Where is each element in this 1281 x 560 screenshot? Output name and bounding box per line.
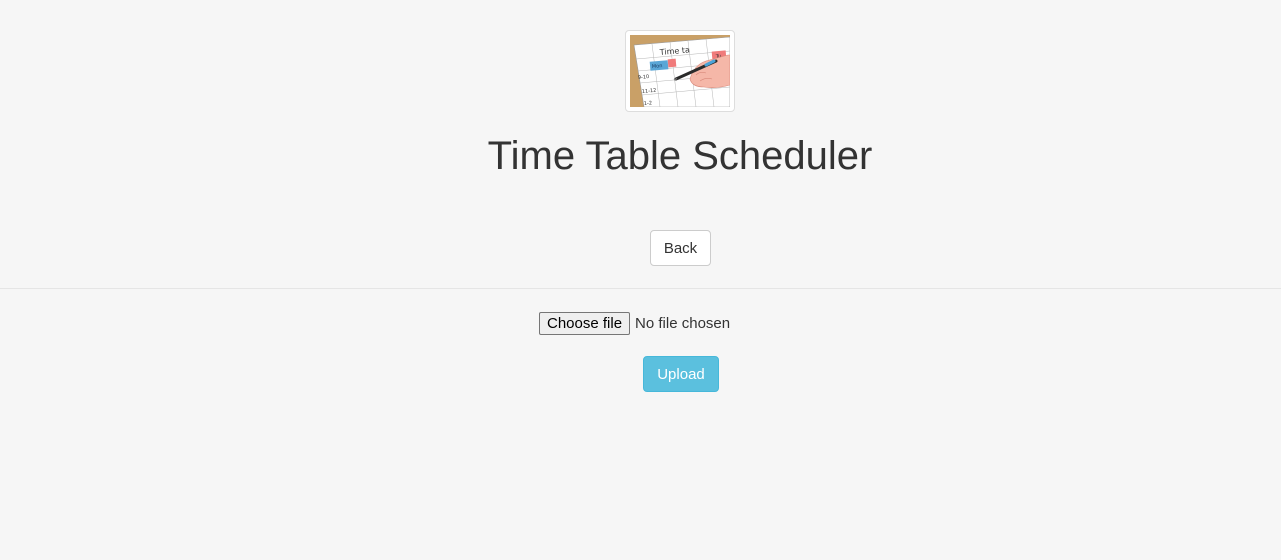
logo-slot-3-text: 1-2	[644, 100, 653, 107]
file-status-text: No file chosen	[635, 314, 731, 332]
file-input: Choose file No file chosen	[539, 311, 730, 335]
logo-slot-2-text: 11-12	[642, 88, 657, 95]
logo-slot-1-text: 9-10	[638, 74, 650, 81]
back-button[interactable]: Back	[650, 230, 711, 266]
page-title: Time Table Scheduler	[487, 134, 873, 178]
page: Time ta Mon Tu 9-10 11-12 1-2 Time Table…	[0, 0, 1281, 560]
logo-thumbnail: Time ta Mon Tu 9-10 11-12 1-2	[625, 30, 735, 112]
logo-day-mon-text: Mon	[652, 63, 663, 70]
timetable-illustration-icon: Time ta Mon Tu 9-10 11-12 1-2	[630, 35, 730, 107]
upload-button[interactable]: Upload	[643, 356, 719, 392]
choose-file-button[interactable]: Choose file	[539, 311, 631, 335]
divider	[0, 288, 1281, 289]
